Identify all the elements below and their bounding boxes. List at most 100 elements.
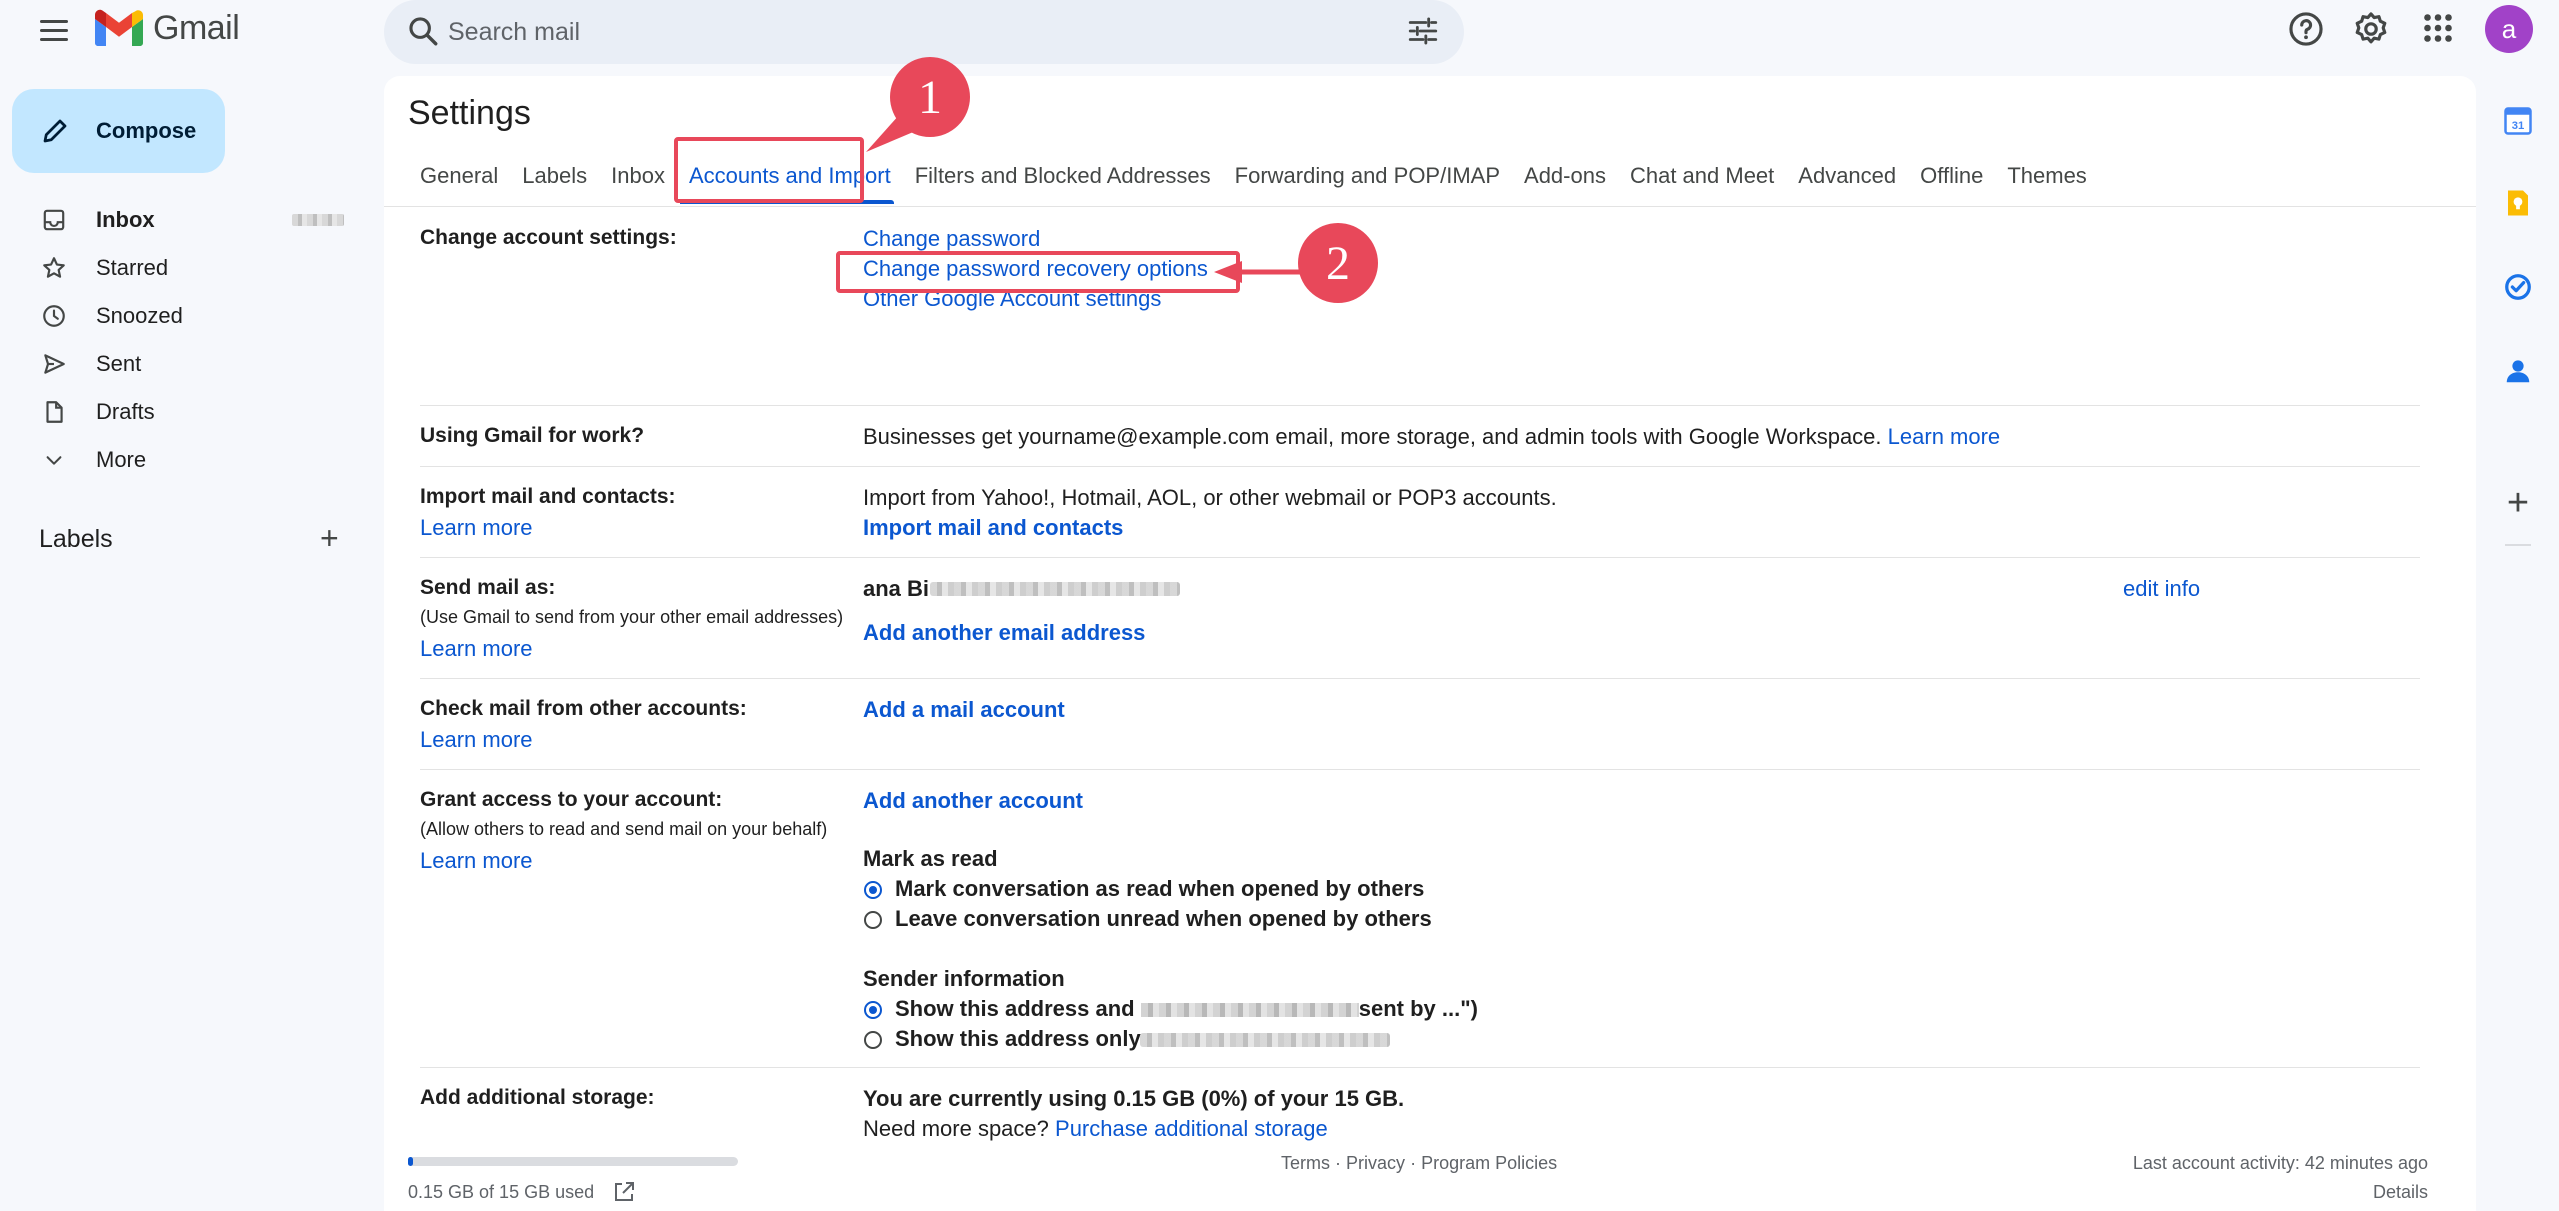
check-mail-learn-more-link[interactable]: Learn more [420, 727, 533, 753]
top-bar: Gmail a [0, 0, 2559, 64]
tasks-icon[interactable] [2493, 262, 2543, 312]
clock-icon [40, 302, 68, 330]
section-grant-access: Grant access to your account: (Allow oth… [420, 770, 2420, 1068]
search-options-icon[interactable] [1406, 14, 1440, 48]
unread-count-redacted [292, 214, 344, 226]
gmail-logo[interactable]: Gmail [95, 8, 240, 48]
google-apps-icon[interactable] [2420, 10, 2456, 46]
mark-read-radio[interactable] [864, 881, 882, 899]
footer-separator: · [1335, 1153, 1342, 1173]
show-address-only-radio[interactable] [864, 1031, 882, 1049]
terms-link[interactable]: Terms [1281, 1153, 1330, 1173]
other-google-account-settings-link[interactable]: Other Google Account settings [863, 286, 1161, 312]
tabs-divider [384, 206, 2476, 207]
tab-labels[interactable]: Labels [522, 163, 587, 189]
footer-links: Terms · Privacy · Program Policies [1281, 1153, 1557, 1174]
nav-item-starred[interactable]: Starred [0, 244, 360, 292]
folder-nav: Inbox Starred Snoozed Sent Drafts More [0, 196, 360, 484]
storage-need-more: Need more space? Purchase additional sto… [863, 1116, 1328, 1142]
tab-forwarding[interactable]: Forwarding and POP/IMAP [1235, 163, 1500, 189]
import-mail-and-contacts-link[interactable]: Import mail and contacts [863, 515, 1123, 541]
import-label: Import mail and contacts: [420, 485, 676, 508]
draft-icon [40, 398, 68, 426]
edit-info-link[interactable]: edit info [2123, 576, 2200, 602]
send-mail-as-label: Send mail as: [420, 576, 556, 599]
tab-advanced[interactable]: Advanced [1798, 163, 1896, 189]
grant-learn-more-link[interactable]: Learn more [420, 848, 533, 874]
import-learn-more-link[interactable]: Learn more [420, 515, 533, 541]
compose-label: Compose [96, 118, 197, 143]
storage-progress-fill [408, 1157, 413, 1166]
storage-used-row: 0.15 GB of 15 GB used [408, 1180, 636, 1204]
need-more-space-text: Need more space? [863, 1116, 1049, 1141]
tab-filters[interactable]: Filters and Blocked Addresses [915, 163, 1211, 189]
storage-used-text: 0.15 GB of 15 GB used [408, 1181, 595, 1202]
nav-item-snoozed[interactable]: Snoozed [0, 292, 360, 340]
settings-gear-icon[interactable] [2352, 10, 2390, 48]
search-bar [384, 0, 1464, 64]
calendar-icon[interactable]: 31 [2493, 96, 2543, 146]
tab-add-ons[interactable]: Add-ons [1524, 163, 1606, 189]
section-import: Import mail and contacts: Learn more Imp… [420, 467, 2420, 558]
change-recovery-options-link[interactable]: Change password recovery options [863, 256, 1208, 282]
account-avatar[interactable]: a [2485, 5, 2533, 53]
nav-item-label: More [96, 447, 147, 472]
tab-accounts-and-import[interactable]: Accounts and Import [689, 163, 891, 189]
tab-chat-and-meet[interactable]: Chat and Meet [1630, 163, 1774, 189]
show-address-and-sender-radio[interactable] [864, 1001, 882, 1019]
search-input[interactable] [448, 12, 1348, 52]
privacy-link[interactable]: Privacy [1346, 1153, 1405, 1173]
contacts-icon[interactable] [2493, 346, 2543, 396]
settings-panel: Settings General Labels Inbox Accounts a… [384, 76, 2476, 1211]
send-as-learn-more-link[interactable]: Learn more [420, 636, 533, 662]
show-address-only-option[interactable]: Show this address only [895, 1026, 1141, 1052]
change-password-link[interactable]: Change password [863, 226, 1040, 252]
active-tab-indicator [680, 200, 894, 204]
add-another-account-link[interactable]: Add another account [863, 788, 1083, 814]
grant-access-label: Grant access to your account: [420, 788, 723, 811]
workspace-learn-more-link[interactable]: Learn more [1888, 424, 2001, 449]
leave-unread-option[interactable]: Leave conversation unread when opened by… [895, 906, 1432, 932]
chevron-down-icon [40, 446, 68, 474]
svg-text:31: 31 [2512, 120, 2525, 132]
nav-item-inbox[interactable]: Inbox [0, 196, 360, 244]
program-policies-link[interactable]: Program Policies [1421, 1153, 1557, 1173]
help-icon[interactable] [2287, 10, 2325, 48]
annotation-badge-2: 2 [1298, 223, 1378, 303]
storage-usage-text: You are currently using 0.15 GB (0%) of … [863, 1086, 1405, 1111]
details-link[interactable]: Details [2133, 1182, 2428, 1203]
mark-read-option[interactable]: Mark conversation as read when opened by… [895, 876, 1424, 902]
keep-icon[interactable] [2493, 178, 2543, 228]
add-mail-account-link[interactable]: Add a mail account [863, 697, 1065, 723]
nav-item-sent[interactable]: Sent [0, 340, 360, 388]
workspace-promo-body: Businesses get yourname@example.com emai… [863, 424, 1882, 449]
tab-offline[interactable]: Offline [1920, 163, 1983, 189]
sender-name: ana Bi [863, 576, 930, 601]
open-in-new-icon[interactable] [612, 1180, 636, 1204]
tab-general[interactable]: General [420, 163, 498, 189]
nav-item-more[interactable]: More [0, 436, 360, 484]
leave-unread-radio[interactable] [864, 911, 882, 929]
section-change-account: Change account settings: Change password… [420, 224, 2420, 406]
check-mail-label: Check mail from other accounts: [420, 697, 747, 720]
grant-access-description: (Allow others to read and send mail on y… [420, 819, 828, 839]
search-icon[interactable] [406, 14, 440, 48]
inbox-icon [40, 206, 68, 234]
show-address-and-sender-option[interactable]: Show this address and sent by ...") [895, 996, 1478, 1022]
send-mail-as-description: (Use Gmail to send from your other email… [420, 607, 844, 627]
side-panel-divider [2505, 544, 2531, 546]
add-another-email-link[interactable]: Add another email address [863, 620, 1145, 646]
main-menu-button[interactable] [36, 12, 72, 48]
tab-inbox[interactable]: Inbox [611, 163, 665, 189]
add-label-icon[interactable]: + [320, 522, 339, 554]
nav-item-label: Snoozed [96, 303, 183, 328]
nav-item-label: Drafts [96, 399, 155, 424]
import-description: Import from Yahoo!, Hotmail, AOL, or oth… [863, 485, 1557, 510]
tab-themes[interactable]: Themes [2007, 163, 2086, 189]
storage-progress-bar [408, 1157, 738, 1166]
nav-item-drafts[interactable]: Drafts [0, 388, 360, 436]
compose-button[interactable]: Compose [12, 89, 225, 173]
purchase-storage-link[interactable]: Purchase additional storage [1055, 1116, 1328, 1141]
get-addons-plus-icon[interactable]: + [2493, 478, 2543, 528]
section-check-mail: Check mail from other accounts: Learn mo… [420, 679, 2420, 770]
